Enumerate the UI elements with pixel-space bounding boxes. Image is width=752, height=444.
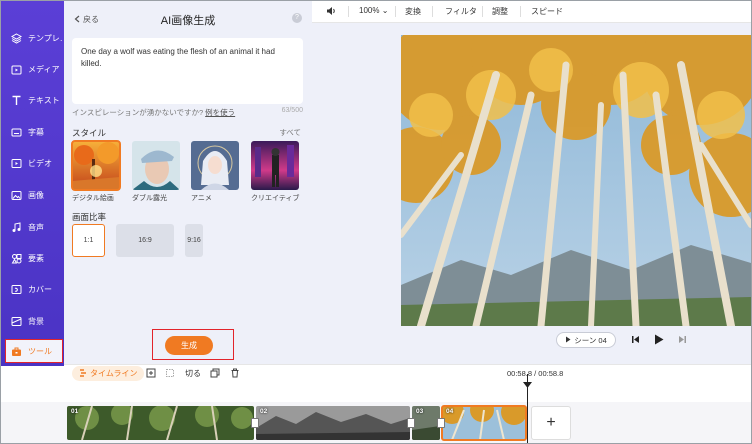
nav-item-elements[interactable]: 要素 (1, 244, 64, 272)
clip-04[interactable]: 04 (441, 405, 527, 441)
preview-toolbar: 100% ⌄ 変換 フィルタ 調整 スピード (312, 1, 751, 23)
ai-image-panel: 戻る AI画像生成 ? One day a wolf was eating th… (64, 1, 312, 365)
transform-button[interactable]: 変換 (405, 6, 421, 17)
style-name: デジタル絵画 (72, 195, 114, 202)
nav-item-image[interactable]: 画像 (1, 181, 64, 209)
adjust-button[interactable]: 調整 (492, 6, 508, 17)
left-nav: テンプレ… メディア テキスト 字幕 ビデオ 画像 音声 要素 カバー 背景 ツ… (1, 1, 64, 366)
nav-item-cover[interactable]: カバー (1, 275, 64, 303)
style-thumb-anime[interactable] (191, 141, 239, 190)
clip-01[interactable]: 01 (67, 406, 254, 440)
style-name: アニメ (191, 195, 212, 202)
style-thumb-double-exposure[interactable] (132, 141, 180, 190)
timeline-toolbar: タイムライン 切る 00:58.8 / 00:58.8 (64, 364, 751, 382)
ratio-label: 画面比率 (72, 212, 107, 222)
play-icon[interactable] (654, 334, 664, 347)
scene-button[interactable]: シーン 04 (556, 332, 616, 348)
zoom-value: 100% (359, 6, 380, 15)
nav-label: 背景 (28, 316, 44, 326)
timeline-tab[interactable]: タイムライン (72, 366, 145, 381)
toolbox-icon (10, 345, 22, 357)
nav-label: テキスト (28, 95, 60, 105)
image-icon (10, 189, 22, 201)
add-clip-button[interactable]: + (531, 406, 571, 440)
generate-button[interactable]: 生成 (165, 336, 213, 355)
nav-label: ビデオ (28, 158, 52, 168)
background-icon (10, 315, 22, 327)
ratio-option-16-9[interactable]: 16:9 (116, 224, 174, 257)
nav-item-media[interactable]: メディア (1, 55, 64, 83)
video-preview[interactable] (401, 35, 751, 326)
timeline-tab-label: タイムライン (90, 369, 138, 378)
nav-item-tools[interactable]: ツール (5, 339, 63, 363)
nav-label: 画像 (28, 190, 44, 200)
text-icon (10, 94, 22, 106)
skip-forward-icon[interactable] (678, 335, 687, 346)
panel-header: 戻る AI画像生成 ? (64, 9, 312, 29)
clip-03[interactable]: 03 (412, 406, 440, 440)
nav-label: テンプレ… (28, 33, 62, 43)
nav-item-audio[interactable]: 音声 (1, 213, 64, 241)
panel-title: AI画像生成 (160, 15, 216, 27)
nav-label: 要素 (28, 253, 44, 263)
style-thumb-digital-painting[interactable] (71, 140, 121, 191)
style-thumb-creative[interactable] (251, 141, 299, 190)
video-icon (10, 157, 22, 169)
inspiration-hint: インスピレーションが湧かないですか? 例を使う (72, 107, 235, 118)
elements-icon (10, 252, 22, 264)
time-display: 00:58.8 / 00:58.8 (507, 369, 564, 378)
ratio-option-1-1[interactable]: 1:1 (72, 224, 105, 257)
nav-label: 字幕 (28, 127, 44, 137)
subtitle-icon (10, 126, 22, 138)
timeline-icon (79, 368, 87, 379)
ratio-option-9-16[interactable]: 9:16 (185, 224, 203, 257)
audio-icon (10, 221, 22, 233)
style-name: ダブル露光 (132, 195, 167, 202)
nav-label: カバー (28, 284, 52, 294)
duplicate-icon[interactable] (210, 368, 220, 378)
nav-item-background[interactable]: 背景 (1, 307, 64, 335)
nav-item-subtitle[interactable]: 字幕 (1, 118, 64, 146)
cover-icon (10, 283, 22, 295)
see-all-link[interactable]: すべて (279, 127, 301, 138)
clip-number: 03 (416, 408, 424, 415)
nav-item-text[interactable]: テキスト (1, 86, 64, 114)
zoom-select[interactable]: 100% ⌄ (359, 6, 388, 15)
nav-label: 音声 (28, 222, 44, 232)
delete-icon[interactable] (230, 368, 240, 378)
add-track-icon[interactable] (146, 368, 156, 378)
clip-number: 04 (446, 408, 454, 415)
transition-marker[interactable] (437, 418, 445, 428)
cut-button[interactable]: 切る (185, 368, 201, 379)
media-folder-icon (10, 63, 22, 75)
nav-item-video[interactable]: ビデオ (1, 149, 64, 177)
nav-label: メディア (28, 64, 60, 74)
char-counter: 63/500 (281, 107, 303, 114)
nav-label: ツール (28, 346, 52, 356)
transition-marker[interactable] (251, 418, 259, 428)
scene-label: シーン 04 (574, 335, 607, 345)
nav-item-template[interactable]: テンプレ… (1, 24, 64, 52)
split-icon[interactable] (165, 368, 175, 378)
clip-number: 01 (71, 408, 79, 415)
clip-number: 02 (260, 408, 268, 415)
style-name: クリエイティブ (251, 195, 300, 202)
prompt-textarea[interactable]: One day a wolf was eating the flesh of a… (72, 38, 303, 104)
play-small-icon (565, 336, 571, 345)
help-icon[interactable]: ? (292, 13, 302, 23)
style-label: スタイル (72, 128, 107, 138)
speed-button[interactable]: スピード (531, 6, 563, 17)
volume-icon[interactable] (326, 6, 337, 18)
timeline-ruler (1, 382, 751, 402)
clip-02[interactable]: 02 (256, 406, 410, 440)
inspiration-text: インスピレーションが湧かないですか? (72, 108, 204, 117)
chevron-down-icon: ⌄ (381, 6, 389, 15)
template-icon (10, 32, 22, 44)
use-example-link[interactable]: 例を使う (205, 108, 235, 117)
filter-button[interactable]: フィルタ (445, 6, 477, 17)
skip-back-icon[interactable] (631, 335, 640, 346)
transition-marker[interactable] (407, 418, 415, 428)
